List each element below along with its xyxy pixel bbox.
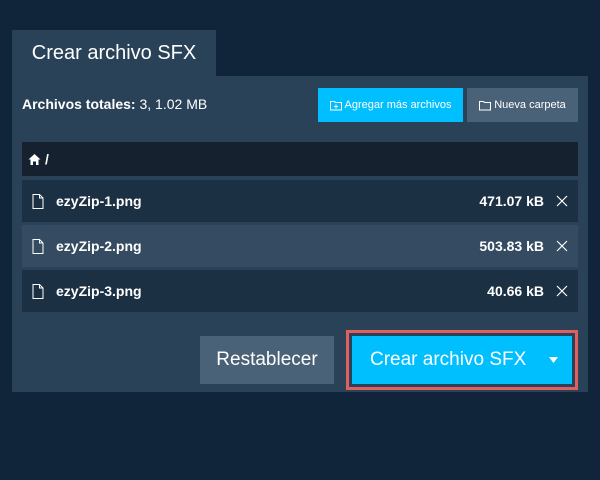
close-icon[interactable] (556, 240, 568, 252)
close-icon[interactable] (556, 285, 568, 297)
file-size: 471.07 kB (479, 193, 544, 209)
tab-create-sfx[interactable]: Crear archivo SFX (12, 30, 216, 76)
toolbar: Archivos totales: 3, 1.02 MB Agregar más… (12, 88, 588, 122)
add-more-files-button[interactable]: Agregar más archivos (318, 88, 463, 122)
new-folder-button[interactable]: Nueva carpeta (467, 88, 578, 122)
tab-title: Crear archivo SFX (31, 41, 197, 64)
folder-icon (479, 100, 492, 110)
file-name: ezyZip-3.png (56, 283, 142, 299)
file-icon (32, 239, 44, 254)
file-row: ezyZip-1.png 471.07 kB (22, 180, 578, 222)
file-icon (32, 284, 44, 299)
file-icon (32, 194, 44, 209)
reset-label: Restablecer (216, 349, 318, 370)
file-size: 40.66 kB (487, 283, 544, 299)
file-name: ezyZip-1.png (56, 193, 142, 209)
total-files-summary: Archivos totales: 3, 1.02 MB (22, 96, 207, 112)
file-list: ezyZip-1.png 471.07 kB ezyZip-2.png 503.… (22, 180, 578, 315)
new-folder-label: Nueva carpeta (494, 99, 566, 111)
sfx-panel: Archivos totales: 3, 1.02 MB Agregar más… (12, 76, 588, 392)
caret-down-icon[interactable] (549, 357, 558, 363)
add-more-files-label: Agregar más archivos (344, 99, 452, 111)
page: Crear archivo SFX Archivos totales: 3, 1… (0, 0, 600, 480)
file-name: ezyZip-2.png (56, 238, 142, 254)
file-row: ezyZip-3.png 40.66 kB (22, 270, 578, 312)
close-icon[interactable] (556, 195, 568, 207)
current-path: / (45, 151, 49, 167)
total-files-label: Archivos totales: (22, 96, 136, 112)
home-icon[interactable] (28, 153, 41, 166)
breadcrumb: / (22, 142, 578, 176)
total-files-value: 3, 1.02 MB (139, 96, 208, 112)
file-row: ezyZip-2.png 503.83 kB (22, 225, 578, 267)
create-sfx-label: Crear archivo SFX (370, 349, 527, 370)
file-size: 503.83 kB (479, 238, 544, 254)
folder-plus-icon (329, 100, 342, 110)
reset-button[interactable]: Restablecer (200, 336, 334, 384)
create-sfx-highlight: Crear archivo SFX (346, 330, 578, 390)
create-sfx-button[interactable]: Crear archivo SFX (352, 336, 572, 384)
